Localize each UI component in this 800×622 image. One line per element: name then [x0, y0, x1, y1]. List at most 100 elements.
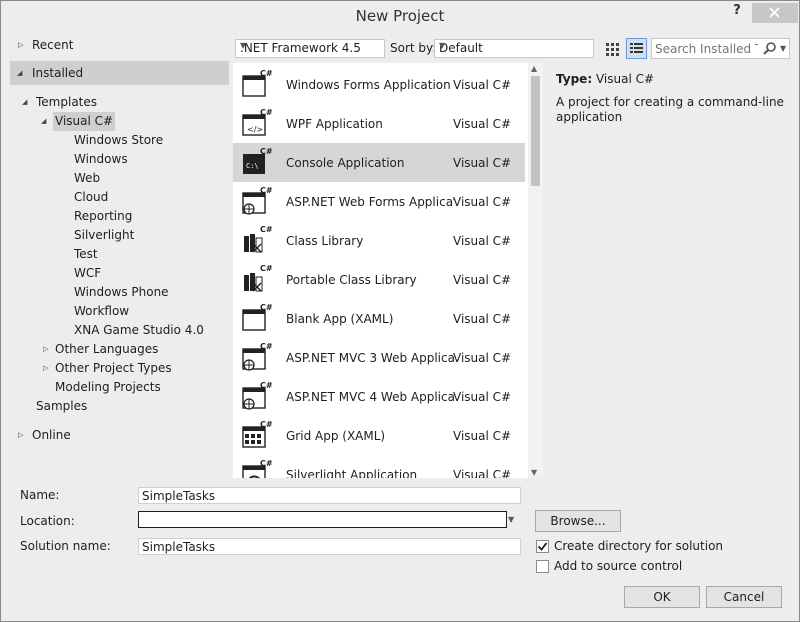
template-row[interactable]: C:\ C# Console Application Visual C# [233, 143, 525, 182]
expand-arrow-icon[interactable]: ▷ [43, 359, 48, 378]
tree-item-windows-store[interactable]: Windows Store [10, 131, 229, 150]
blank-app-icon: C# [241, 302, 273, 334]
template-description-panel: Type: Visual C# A project for creating a… [548, 63, 793, 478]
cancel-button[interactable]: Cancel [706, 586, 782, 608]
tree-item-test[interactable]: Test [10, 245, 229, 264]
framework-select[interactable]: .NET Framework 4.5 ▼ [235, 39, 385, 58]
template-name: WPF Application [286, 117, 383, 131]
template-row[interactable]: C# Silverlight Application Visual C# [233, 455, 525, 478]
scroll-up-icon[interactable]: ▲ [531, 64, 537, 73]
tree-item-windows-phone[interactable]: Windows Phone [10, 283, 229, 302]
name-field[interactable] [138, 487, 521, 504]
template-row[interactable]: C# ASP.NET MVC 3 Web Applicat... Visual C# [233, 338, 525, 377]
svg-text:C:\: C:\ [246, 162, 259, 170]
mvc4-icon: C# [241, 380, 273, 412]
collapse-arrow-icon[interactable]: ◢ [41, 112, 46, 131]
close-button[interactable] [752, 3, 798, 23]
tree-item-modeling-projects[interactable]: Modeling Projects [10, 378, 229, 397]
expand-arrow-icon[interactable]: ▷ [18, 426, 23, 445]
tree-item-online[interactable]: ▷ Online [10, 426, 229, 445]
template-language: Visual C# [453, 78, 512, 92]
create-directory-checkbox[interactable] [536, 540, 549, 553]
svg-text:C#: C# [260, 147, 273, 156]
svg-text:C#: C# [260, 186, 273, 195]
close-icon [769, 7, 780, 18]
template-name: ASP.NET MVC 3 Web Applicat... [286, 351, 454, 365]
template-language: Visual C# [453, 390, 512, 404]
template-row[interactable]: C# Blank App (XAML) Visual C# [233, 299, 525, 338]
template-list: C# Windows Forms Application Visual C# </> C… [233, 63, 543, 478]
svg-text:C#: C# [260, 303, 273, 312]
location-field[interactable] [138, 511, 507, 528]
chevron-down-icon[interactable]: ▼ [780, 44, 786, 53]
template-row[interactable]: C# ASP.NET MVC 4 Web Applicat... Visual C# [233, 377, 525, 416]
tree-item-windows[interactable]: Windows [10, 150, 229, 169]
template-name: Portable Class Library [286, 273, 417, 287]
add-source-control-checkbox[interactable] [536, 560, 549, 573]
tree-item-wcf[interactable]: WCF [10, 264, 229, 283]
svg-text:C#: C# [260, 108, 273, 117]
add-source-control-label[interactable]: Add to source control [554, 559, 682, 573]
tree-item-xna-game-studio-4-0[interactable]: XNA Game Studio 4.0 [10, 321, 229, 340]
tree-item-workflow[interactable]: Workflow [10, 302, 229, 321]
tree-item-other-languages[interactable]: ▷ Other Languages [10, 340, 229, 359]
location-label: Location: [20, 514, 75, 528]
tree-item-installed[interactable]: ◢ Installed [10, 61, 229, 85]
silverlight-icon: C# [241, 458, 273, 478]
expand-arrow-icon[interactable]: ▷ [18, 36, 23, 55]
tree-item-web[interactable]: Web [10, 169, 229, 188]
collapse-arrow-icon[interactable]: ◢ [22, 93, 27, 112]
template-row[interactable]: </> C# WPF Application Visual C# [233, 104, 525, 143]
solution-name-field[interactable] [138, 538, 521, 555]
template-type: Type: Visual C# [556, 72, 655, 86]
template-list-scrollbar[interactable]: ▲ ▼ [528, 63, 543, 478]
list-view-button[interactable] [626, 38, 647, 59]
scrollbar-thumb[interactable] [531, 76, 540, 186]
template-row[interactable]: C# ASP.NET Web Forms Applicat... Visual C# [233, 182, 525, 221]
help-button[interactable]: ? [725, 3, 749, 23]
scroll-down-icon[interactable]: ▼ [531, 468, 537, 477]
template-name: ASP.NET Web Forms Applicat... [286, 195, 454, 209]
search-icon[interactable] [762, 41, 777, 56]
search-installed-templates[interactable]: ▼ [651, 38, 790, 59]
template-row[interactable]: C# Windows Forms Application Visual C# [233, 65, 525, 104]
new-project-dialog: New Project ? ▷ Recent ◢ Installed ◢ Tem… [0, 0, 800, 622]
grid-app-icon: C# [241, 419, 273, 451]
template-row[interactable]: C# Class Library Visual C# [233, 221, 525, 260]
search-input[interactable] [655, 41, 758, 56]
tree-item-cloud[interactable]: Cloud [10, 188, 229, 207]
template-name: ASP.NET MVC 4 Web Applicat... [286, 390, 454, 404]
tree-item-templates[interactable]: ◢ Templates [10, 93, 229, 112]
tree-item-visual-csharp[interactable]: ◢ Visual C# [10, 112, 229, 131]
expand-arrow-icon[interactable]: ▷ [43, 340, 48, 359]
ok-button[interactable]: OK [624, 586, 700, 608]
solution-name-label: Solution name: [20, 539, 111, 553]
template-description: A project for creating a command-line ap… [556, 95, 784, 124]
web-forms-icon: C# [241, 185, 273, 217]
mvc3-icon: C# [241, 341, 273, 373]
location-dropdown-icon[interactable]: ▼ [508, 515, 514, 524]
template-row[interactable]: C# Grid App (XAML) Visual C# [233, 416, 525, 455]
browse-button[interactable]: Browse... [535, 510, 621, 532]
tree-item-silverlight[interactable]: Silverlight [10, 226, 229, 245]
collapse-arrow-icon[interactable]: ◢ [17, 61, 22, 85]
template-language: Visual C# [453, 195, 512, 209]
console-icon: C:\ C# [241, 146, 273, 178]
checkmark-icon [537, 542, 548, 551]
template-row[interactable]: C# Portable Class Library Visual C# [233, 260, 525, 299]
tree-item-reporting[interactable]: Reporting [10, 207, 229, 226]
create-directory-label[interactable]: Create directory for solution [554, 539, 723, 553]
chevron-down-icon: ▼ [439, 41, 446, 50]
name-label: Name: [20, 488, 60, 502]
tree-item-recent[interactable]: ▷ Recent [10, 36, 229, 55]
chevron-down-icon: ▼ [240, 41, 247, 50]
svg-text:C#: C# [260, 342, 273, 351]
grid-view-icon [606, 43, 619, 56]
tree-item-samples[interactable]: Samples [10, 397, 229, 416]
template-tree: ▷ Recent ◢ Installed ◢ Templates ◢ Visua… [10, 34, 229, 478]
template-name: Grid App (XAML) [286, 429, 386, 443]
tree-item-other-project-types[interactable]: ▷ Other Project Types [10, 359, 229, 378]
template-language: Visual C# [453, 234, 512, 248]
sort-select[interactable]: Default ▼ [434, 39, 594, 58]
small-icons-view-button[interactable] [602, 38, 623, 59]
